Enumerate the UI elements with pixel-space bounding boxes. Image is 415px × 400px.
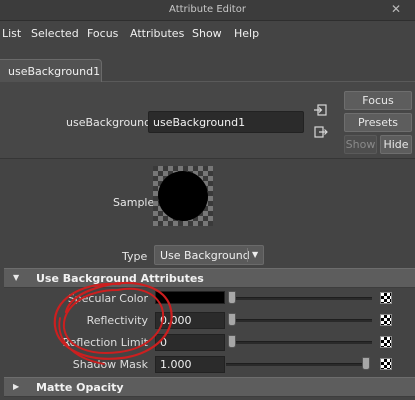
menu-help[interactable]: Help [234,27,259,40]
shadow-mask-slider-track[interactable] [226,363,369,366]
sample-label: Sample [113,196,155,209]
specular-color-label: Specular Color [67,292,148,305]
map-texture-icon[interactable] [380,336,392,348]
tab-label: useBackground1 [8,65,101,78]
chevron-down-icon: ▼ [252,250,259,259]
map-texture-icon[interactable] [380,292,392,304]
menu-list[interactable]: List [2,27,21,40]
menu-bar: List Selected Focus Attributes Show Help [0,22,415,44]
section-title: Use Background Attributes [36,272,204,285]
output-connection-icon[interactable] [314,126,328,138]
collapse-arrow-icon: ▼ [13,273,20,282]
specular-color-slider-thumb[interactable] [228,291,236,304]
reflection-limit-slider-thumb[interactable] [228,335,236,348]
shadow-mask-label: Shadow Mask [72,358,148,371]
menu-selected[interactable]: Selected [31,27,79,40]
section-use-background-attributes[interactable]: ▼ Use Background Attributes [4,268,415,288]
dropdown-separator [247,248,248,262]
menu-focus[interactable]: Focus [87,27,118,40]
tab-strip: useBackground1 [0,52,415,83]
type-label: Type [122,250,148,263]
shadow-mask-field[interactable]: 1.000 [155,356,225,373]
type-dropdown[interactable]: Use Background ▼ [154,245,264,265]
specular-color-slider-track[interactable] [230,297,372,300]
title-bar: Attribute Editor ✕ [0,0,415,21]
sample-sphere [158,171,208,221]
sample-swatch [153,166,213,226]
focus-button[interactable]: Focus [344,91,412,110]
node-type-label: useBackground: [66,116,155,129]
node-name-field[interactable]: useBackground1 [148,111,304,133]
tab-usebackground1[interactable]: useBackground1 [0,59,102,83]
specular-color-swatch[interactable] [155,291,225,304]
menu-attributes[interactable]: Attributes [130,27,184,40]
reflectivity-slider-thumb[interactable] [228,313,236,326]
section-title: Matte Opacity [36,381,124,394]
presets-button[interactable]: Presets [344,113,412,132]
type-dropdown-value: Use Background [160,249,250,262]
reflection-limit-field[interactable]: 0 [155,334,225,351]
reflection-limit-label: Reflection Limit [62,336,149,349]
close-icon[interactable]: ✕ [391,2,401,16]
shadow-mask-slider-thumb[interactable] [362,357,370,370]
reflection-limit-slider-track[interactable] [230,341,372,344]
expand-arrow-icon: ▶ [13,382,20,391]
hide-button[interactable]: Hide [380,135,412,154]
reflectivity-label: Reflectivity [86,314,148,327]
reflectivity-slider-track[interactable] [230,319,372,322]
map-texture-icon[interactable] [380,314,392,326]
section-matte-opacity[interactable]: ▶ Matte Opacity [4,377,415,397]
input-connection-icon[interactable] [314,104,328,116]
reflectivity-field[interactable]: 0.000 [155,312,225,329]
window-title: Attribute Editor [169,4,246,15]
map-texture-icon[interactable] [380,358,392,370]
menu-show[interactable]: Show [192,27,222,40]
show-button[interactable]: Show [344,135,377,154]
